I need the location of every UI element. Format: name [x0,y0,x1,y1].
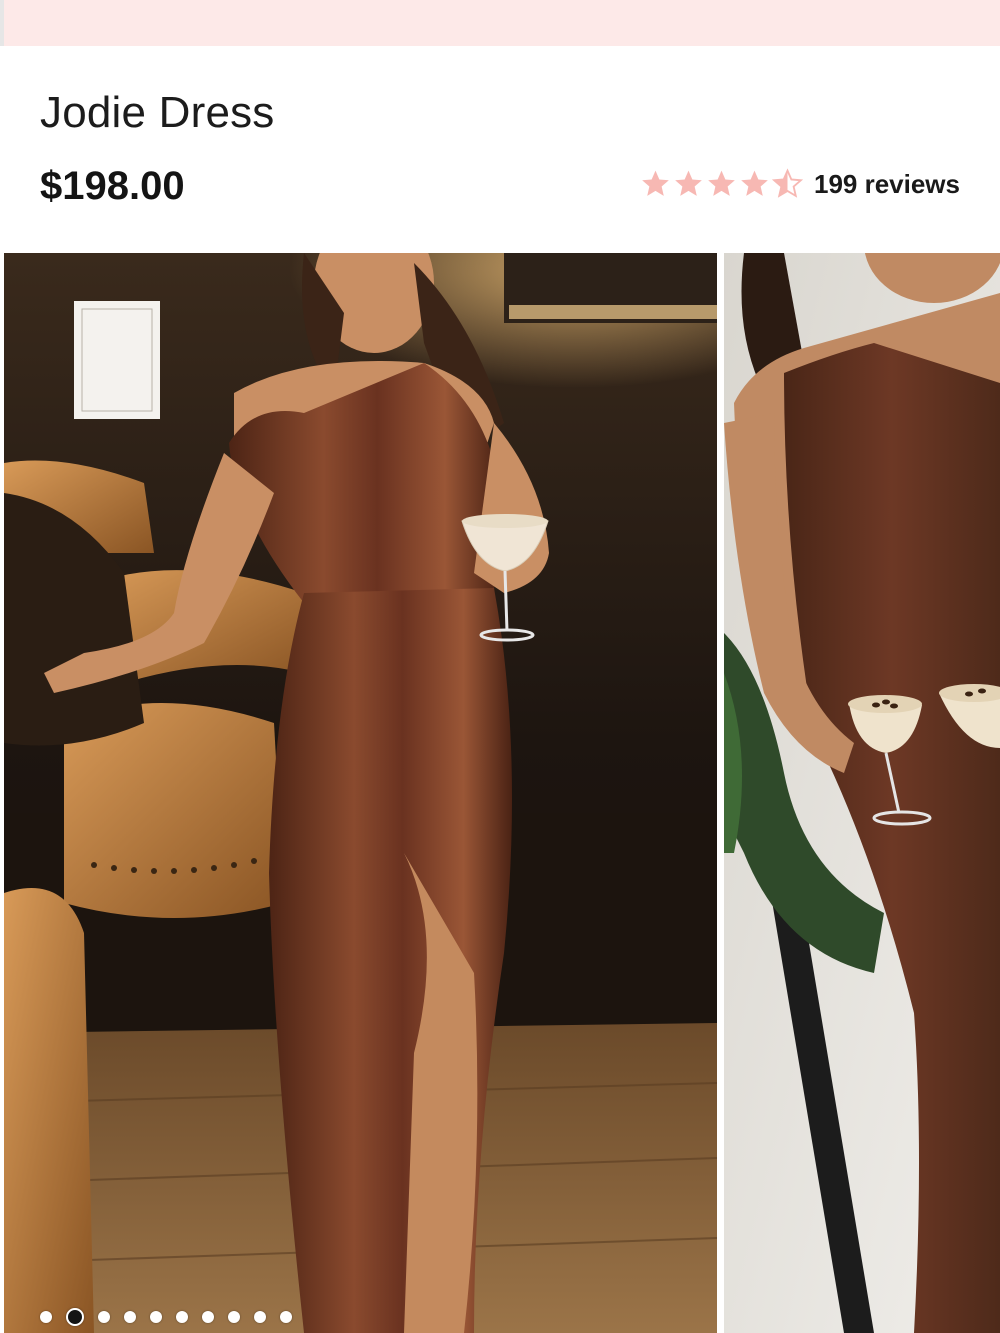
model-bar-lounge-photo[interactable] [4,253,717,1333]
product-header: Jodie Dress $198.00 199 reviews [0,46,1000,253]
rating-summary[interactable]: 199 reviews [639,168,960,200]
carousel-dot[interactable] [40,1311,52,1323]
star-icon [741,170,768,196]
product-price: $198.00 [40,164,185,208]
star-icon [642,170,669,196]
carousel-dot-active[interactable] [66,1308,84,1326]
promo-strip [0,0,1000,46]
star-rating [639,168,804,200]
carousel-dot[interactable] [176,1311,188,1323]
carousel-dot[interactable] [124,1311,136,1323]
carousel-dot[interactable] [202,1311,214,1323]
carousel-dot[interactable] [98,1311,110,1323]
product-image-carousel[interactable] [0,253,1000,1333]
product-title: Jodie Dress [40,88,275,137]
star-icon [675,170,702,196]
carousel-dot[interactable] [150,1311,162,1323]
carousel-dot[interactable] [280,1311,292,1323]
review-count-link[interactable]: 199 reviews [814,169,960,200]
carousel-dot[interactable] [254,1311,266,1323]
star-icon [708,170,735,196]
carousel-dot[interactable] [228,1311,240,1323]
half-star-icon [771,168,804,198]
model-espresso-martini-photo[interactable] [724,253,1000,1333]
carousel-pagination[interactable] [40,1308,292,1326]
